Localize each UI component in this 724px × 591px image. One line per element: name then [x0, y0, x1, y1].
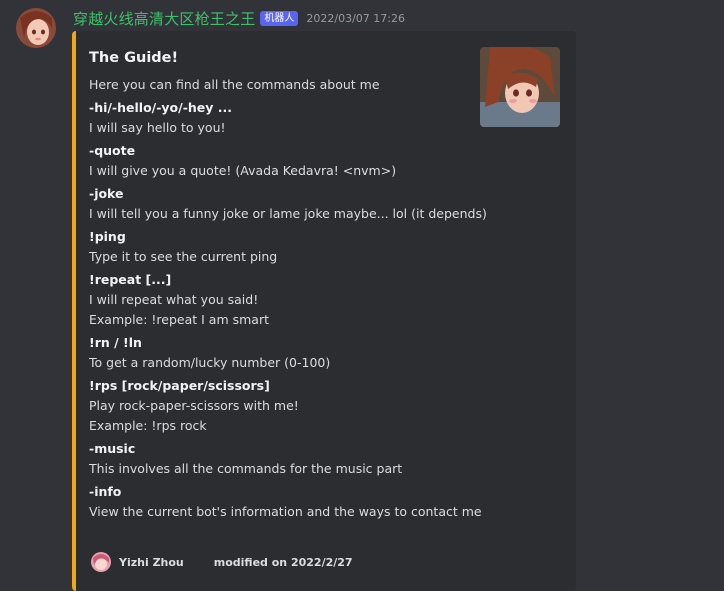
field-name: !rps [rock/paper/scissors] — [89, 378, 270, 393]
embed-title: The Guide! — [89, 50, 179, 66]
field-repeat: !repeat [...] I will repeat what you sai… — [89, 271, 469, 329]
field-value: I will give you a quote! (Avada Kedavra!… — [89, 163, 397, 178]
field-quote: -quote I will give you a quote! (Avada K… — [89, 142, 469, 180]
field-random-number: !rn / !ln To get a random/lucky number (… — [89, 334, 469, 372]
footer-text: modified on 2022/2/27 — [213, 555, 353, 569]
field-value: I will repeat what you said! — [89, 292, 259, 307]
field-name: -music — [89, 441, 136, 456]
field-name: !repeat [...] — [89, 272, 172, 287]
field-value: View the current bot's information and t… — [89, 504, 482, 519]
field-value: Example: !rps rock — [89, 418, 207, 433]
field-joke: -joke I will tell you a funny joke or la… — [89, 185, 487, 223]
embed-footer: Yizhi Zhou modified on 2022/2/27 — [91, 552, 353, 572]
field-rps: !rps [rock/paper/scissors] Play rock-pap… — [89, 377, 469, 435]
field-value: To get a random/lucky number (0-100) — [89, 355, 331, 370]
message-header: 穿越火线高清大区枪王之王 机器人 2022/03/07 17:26 — [73, 8, 405, 28]
footer-author-icon — [91, 552, 111, 572]
field-value: Example: !repeat I am smart — [89, 312, 269, 327]
bot-tag: 机器人 — [260, 10, 299, 26]
guide-embed: The Guide! Here you can find all the com… — [72, 31, 576, 591]
field-name: -hi/-hello/-yo/-hey ... — [89, 100, 233, 115]
field-info: -info View the current bot's information… — [89, 483, 482, 521]
user-avatar[interactable] — [16, 8, 56, 48]
field-value: I will tell you a funny joke or lame jok… — [89, 206, 487, 221]
field-value: Type it to see the current ping — [89, 249, 278, 264]
embed-thumbnail[interactable] — [480, 47, 560, 127]
field-name: -info — [89, 484, 122, 499]
message-timestamp[interactable]: 2022/03/07 17:26 — [306, 12, 405, 25]
field-value: I will say hello to you! — [89, 120, 226, 135]
field-hello: -hi/-hello/-yo/-hey ... I will say hello… — [89, 99, 469, 137]
username[interactable]: 穿越火线高清大区枪王之王 — [73, 8, 255, 29]
field-name: -quote — [89, 143, 136, 158]
embed-content: The Guide! Here you can find all the com… — [89, 47, 487, 521]
field-value: This involves all the commands for the m… — [89, 461, 403, 476]
field-name: !rn / !ln — [89, 335, 142, 350]
footer-author: Yizhi Zhou — [119, 555, 184, 569]
embed-description: Here you can find all the commands about… — [89, 77, 380, 92]
field-value: Play rock-paper-scissors with me! — [89, 398, 299, 413]
field-music: -music This involves all the commands fo… — [89, 440, 469, 478]
field-ping: !ping Type it to see the current ping — [89, 228, 469, 266]
field-name: -joke — [89, 186, 124, 201]
field-name: !ping — [89, 229, 126, 244]
